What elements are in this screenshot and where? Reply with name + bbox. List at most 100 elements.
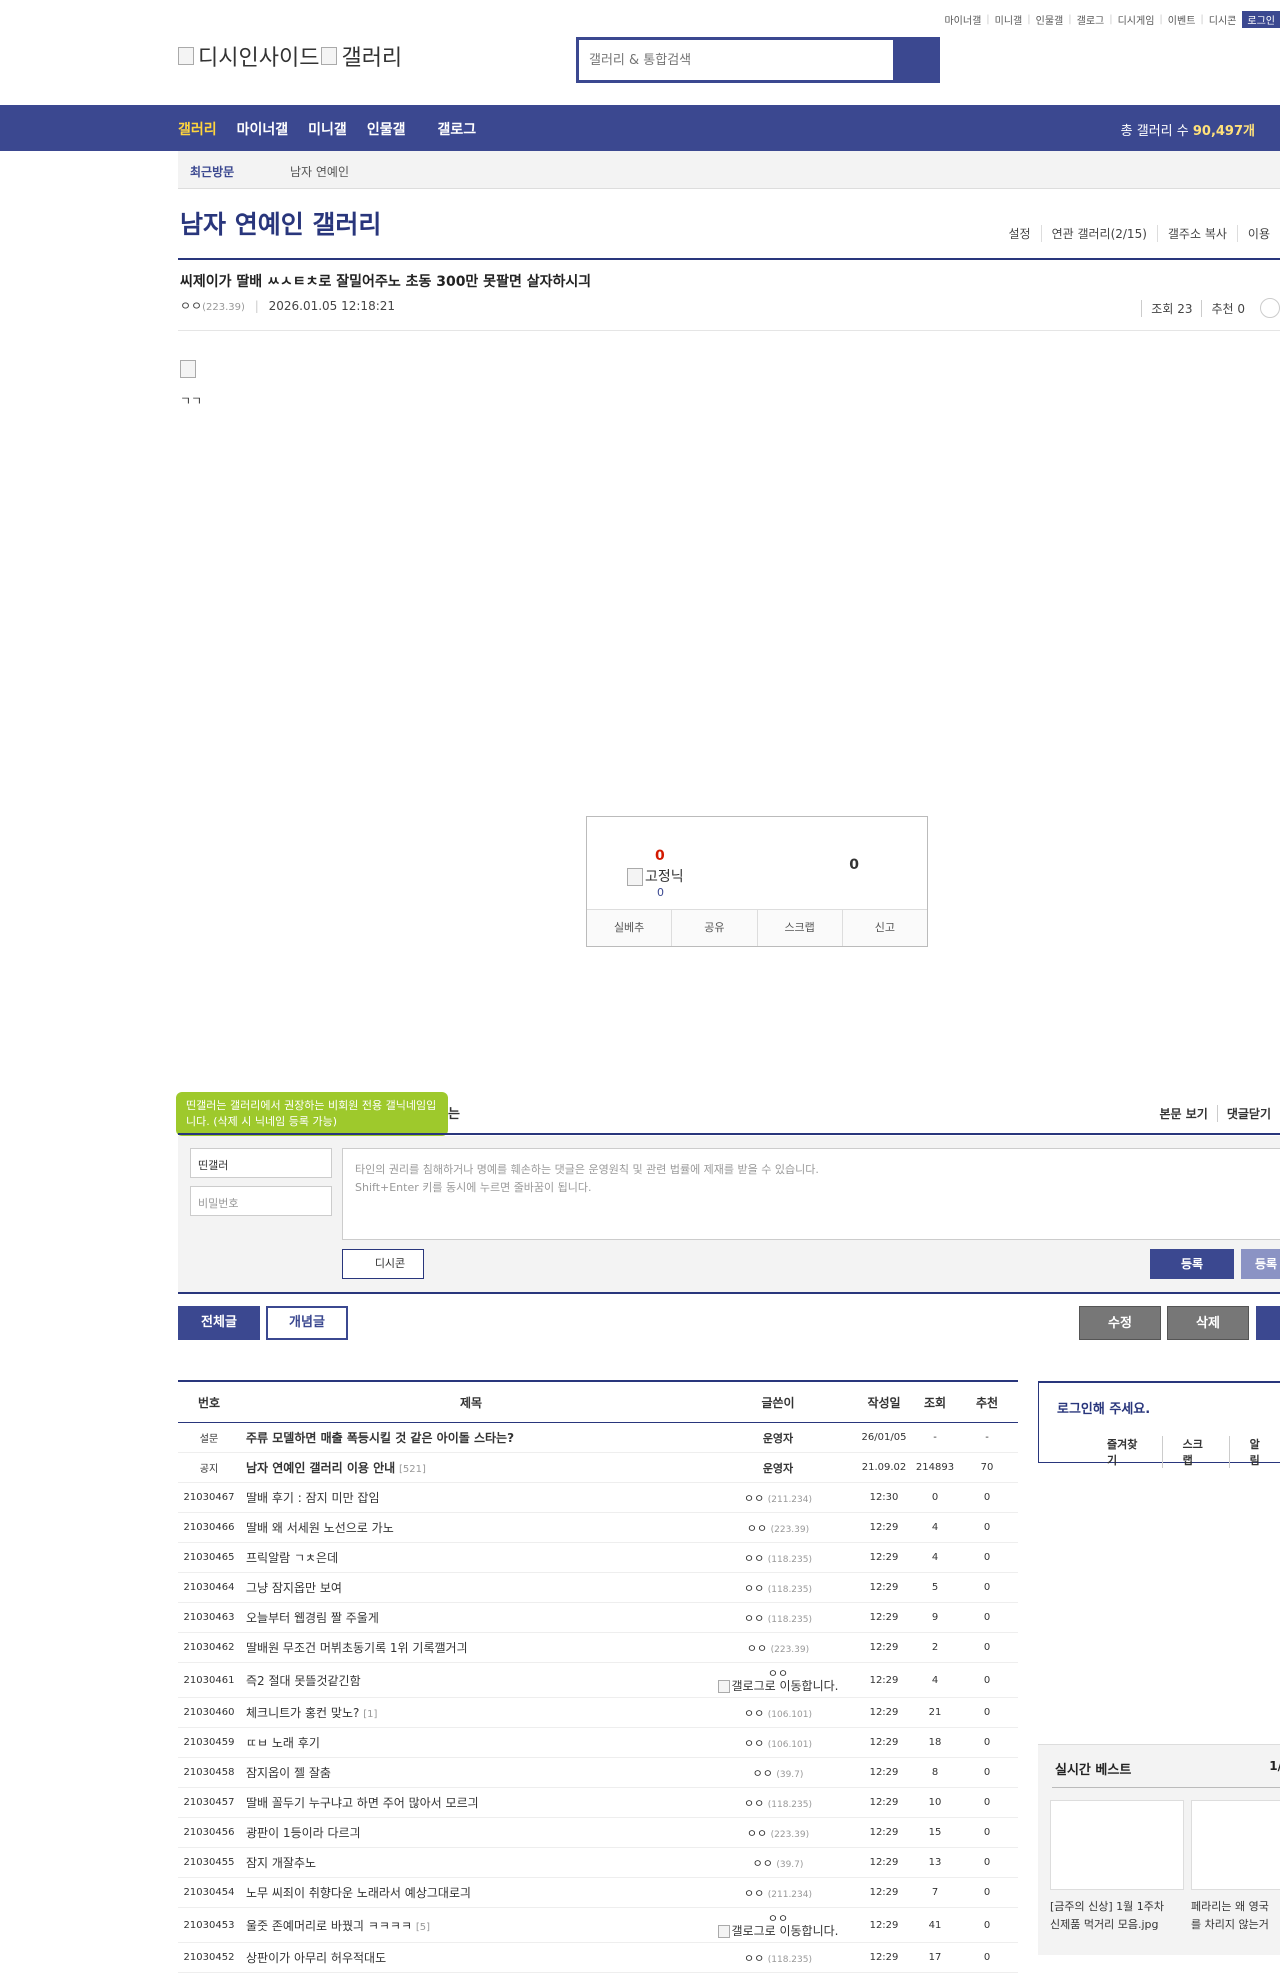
writer-nick[interactable]: ㅇㅇ — [747, 1522, 767, 1535]
search-input[interactable] — [579, 40, 893, 80]
post-subject[interactable]: 딸배 후기 : 잠지 미만 잡임 — [246, 1491, 380, 1505]
gallery-title[interactable]: 남자 연예인 갤러리 — [180, 205, 381, 241]
nav-gallery[interactable]: 갤러리 — [178, 119, 217, 139]
table-row[interactable]: 21030464 그냥 잠지옵만 보여 ㅇㅇ (118.235) 12:29 5 0 — [178, 1572, 1018, 1603]
writer-nick[interactable]: ㅇㅇ — [744, 1552, 764, 1565]
notification-link[interactable]: 알림 — [1228, 1436, 1280, 1468]
post-subject[interactable]: 체크니트가 홍컨 맞노? — [246, 1706, 359, 1720]
writer-nick[interactable]: ㅇㅇ — [744, 1797, 764, 1810]
option-related-gallery[interactable]: 연관 갤러리(2/15) — [1040, 225, 1157, 242]
table-row[interactable]: 21030465 프릭알람 ㄱㅊ은데 ㅇㅇ (118.235) 12:29 4 0 — [178, 1542, 1018, 1573]
table-row[interactable]: 21030452 상판이가 아무리 허우적대도 ㅇㅇ (118.235) 12:29… — [178, 1942, 1018, 1973]
post-subject[interactable]: ㄸㅂ 노래 후기 — [246, 1736, 320, 1750]
table-row[interactable]: 21030454 노무 씨죄이 취향다운 노래라서 예상그대로긔 ㅇㅇ (211.… — [178, 1877, 1018, 1908]
nav-gallog[interactable]: 갤로그 — [437, 119, 476, 139]
site-logo[interactable]: 디시인사이드 갤러리 — [178, 40, 402, 72]
comment-textarea[interactable]: 타인의 권리를 침해하거나 명예를 훼손하는 댓글은 운영원칙 및 관련 법률에… — [342, 1148, 1280, 1240]
best-caption[interactable]: [금주의 신상] 1월 1주차 신제품 먹거리 모음.jpg — [1050, 1898, 1184, 1934]
post-writer[interactable]: ㅇㅇ — [180, 299, 202, 313]
nav-person[interactable]: 인물갤 — [367, 119, 406, 139]
post-subject[interactable]: 울줏 존예머리로 바꿨긔 ㅋㅋㅋㅋ — [246, 1919, 412, 1933]
scrap-button[interactable]: 스크랩 — [756, 910, 842, 946]
post-subject[interactable]: 즉2 절대 못뜰것같긴함 — [246, 1674, 361, 1688]
best-caption[interactable]: 페라리는 왜 영국 를 차리지 않는거 — [1191, 1898, 1280, 1934]
table-row[interactable]: 설문 주류 모델하면 매출 폭등시킬 것 같은 아이돌 스타는? 운영자 26/0… — [178, 1422, 1018, 1453]
gallog-link[interactable]: 갤로그로 이동합니다. — [732, 1924, 839, 1938]
post-subject[interactable]: 딸배원 무조건 머뷔초동기록 1위 기록깰거긔 — [246, 1641, 468, 1655]
recommend-down-count[interactable]: 0 — [849, 857, 859, 873]
scrap-link[interactable]: 스크랩 — [1161, 1436, 1229, 1468]
login-button[interactable]: 로그인 — [1242, 11, 1280, 28]
register-button[interactable]: 등록 — [1150, 1249, 1234, 1279]
reply-count[interactable]: [5] — [416, 1922, 430, 1933]
table-row[interactable]: 21030467 딸배 후기 : 잠지 미만 잡임 ㅇㅇ (211.234) 12:… — [178, 1482, 1018, 1513]
table-row[interactable]: 21030455 잠지 개잘추노 ㅇㅇ (39.7) 12:29 13 0 — [178, 1847, 1018, 1878]
writer-nick[interactable]: ㅇㅇ — [744, 1737, 764, 1750]
reply-count[interactable]: [521] — [399, 1464, 426, 1475]
post-subject[interactable]: 광판이 1등이라 다르긔 — [246, 1826, 361, 1840]
gallog-link[interactable]: 갤로그로 이동합니다. — [732, 1679, 839, 1693]
login-prompt[interactable]: 로그인해 주세요. — [1057, 1398, 1150, 1417]
post-subject[interactable]: 딸배 왜 서세원 노선으로 가노 — [246, 1521, 394, 1535]
post-subject[interactable]: 프릭알람 ㄱㅊ은데 — [246, 1551, 338, 1565]
writer-nick[interactable]: ㅇㅇ — [744, 1952, 764, 1965]
tab-recommended-posts[interactable]: 개념글 — [266, 1306, 348, 1340]
topmenu-mini[interactable]: 미니갤 — [995, 12, 1023, 27]
report-button[interactable]: 신고 — [841, 910, 927, 946]
writer-nick[interactable]: ㅇㅇ — [747, 1642, 767, 1655]
writer-nick[interactable]: ㅇㅇ — [753, 1857, 773, 1870]
best-thumbnail[interactable] — [1050, 1800, 1184, 1890]
writer-nick[interactable]: ㅇㅇ — [744, 1492, 764, 1505]
favorites-link[interactable]: 즐겨찾기 — [1087, 1436, 1162, 1468]
write-button[interactable] — [1256, 1306, 1280, 1340]
table-row[interactable]: 공지 남자 연예인 갤러리 이용 안내 [521] 운영자 21.09.02 2148… — [178, 1452, 1018, 1483]
view-body-link[interactable]: 본문 보기 — [1150, 1105, 1216, 1122]
nickname-field[interactable]: 띤갤러 — [190, 1148, 332, 1178]
tab-all-posts[interactable]: 전체글 — [178, 1306, 260, 1340]
reply-count[interactable]: [1] — [363, 1709, 377, 1720]
writer-nick[interactable]: ㅇㅇ — [744, 1612, 764, 1625]
topmenu-person[interactable]: 인물갤 — [1036, 12, 1064, 27]
nav-minor[interactable]: 마이너갤 — [237, 119, 289, 139]
post-subject[interactable]: 그냥 잠지옵만 보여 — [246, 1581, 342, 1595]
recent-visit-label[interactable]: 최근방문 — [190, 163, 234, 180]
delete-button[interactable]: 삭제 — [1167, 1306, 1249, 1340]
writer-nick[interactable]: ㅇㅇ — [744, 1582, 764, 1595]
writer-nick[interactable]: ㅇㅇ — [744, 1707, 764, 1720]
option-copy-address[interactable]: 갤주소 복사 — [1156, 225, 1237, 242]
table-row[interactable]: 21030453 울줏 존예머리로 바꿨긔 ㅋㅋㅋㅋ [5] ㅇㅇ 갤로그로 이동합니… — [178, 1907, 1018, 1943]
table-row[interactable]: 21030466 딸배 왜 서세원 노선으로 가노 ㅇㅇ (223.39) 12:2… — [178, 1512, 1018, 1543]
table-row[interactable]: 21030460 체크니트가 홍컨 맞노? [1] ㅇㅇ (106.101) 12:2… — [178, 1697, 1018, 1728]
table-row[interactable]: 21030458 잠지옵이 젤 잘춤 ㅇㅇ (39.7) 12:29 8 0 — [178, 1757, 1018, 1788]
best-thumbnail[interactable] — [1191, 1800, 1280, 1890]
table-row[interactable]: 21030463 오늘부터 웹경림 짤 주울게 ㅇㅇ (118.235) 12:29… — [178, 1602, 1018, 1633]
topmenu-event[interactable]: 이벤트 — [1168, 12, 1196, 27]
search-button[interactable] — [893, 40, 937, 80]
option-settings[interactable]: 설정 — [998, 225, 1040, 242]
close-comments-link[interactable]: 댓글닫기 — [1216, 1105, 1280, 1122]
post-subject[interactable]: 주류 모델하면 매출 폭등시킬 것 같은 아이돌 스타는? — [246, 1431, 514, 1445]
post-subject[interactable]: 잠지옵이 젤 잘춤 — [246, 1766, 331, 1780]
topmenu-minor[interactable]: 마이너갤 — [944, 12, 981, 27]
topmenu-game[interactable]: 디시게임 — [1118, 12, 1155, 27]
nav-mini[interactable]: 미니갤 — [308, 119, 347, 139]
share-button[interactable]: 공유 — [671, 910, 757, 946]
password-field[interactable]: 비밀번호 — [190, 1186, 332, 1216]
writer-nick[interactable]: ㅇㅇ — [747, 1827, 767, 1840]
table-row[interactable]: 21030462 딸배원 무조건 머뷔초동기록 1위 기록깰거긔 ㅇㅇ (223.… — [178, 1632, 1018, 1663]
post-subject[interactable]: 딸배 꼴두기 누구냐고 하면 주어 많아서 모르긔 — [246, 1796, 479, 1810]
comment-count-bubble[interactable] — [1260, 298, 1280, 318]
post-subject[interactable]: 잠지 개잘추노 — [246, 1856, 316, 1870]
table-row[interactable]: 21030461 즉2 절대 못뜰것같긴함 ㅇㅇ 갤로그로 이동합니다. 12:29 4… — [178, 1662, 1018, 1698]
recommend-up-count[interactable]: 0 — [655, 848, 665, 864]
writer-nick[interactable]: 운영자 — [763, 1462, 793, 1475]
writer-nick[interactable]: ㅇㅇ — [744, 1887, 764, 1900]
dccon-button[interactable]: 디시콘 — [342, 1249, 424, 1279]
table-row[interactable]: 21030456 광판이 1등이라 다르긔 ㅇㅇ (223.39) 12:29 15 0 — [178, 1817, 1018, 1848]
post-subject[interactable]: 노무 씨죄이 취향다운 노래라서 예상그대로긔 — [246, 1886, 471, 1900]
post-subject[interactable]: 상판이가 아무리 허우적대도 — [246, 1951, 386, 1965]
topmenu-gallog[interactable]: 갤로그 — [1077, 12, 1105, 27]
table-row[interactable]: 21030457 딸배 꼴두기 누구냐고 하면 주어 많아서 모르긔 ㅇㅇ (11… — [178, 1787, 1018, 1818]
post-subject[interactable]: 오늘부터 웹경림 짤 주울게 — [246, 1611, 379, 1625]
register-with-button[interactable]: 등록 — [1241, 1249, 1280, 1279]
